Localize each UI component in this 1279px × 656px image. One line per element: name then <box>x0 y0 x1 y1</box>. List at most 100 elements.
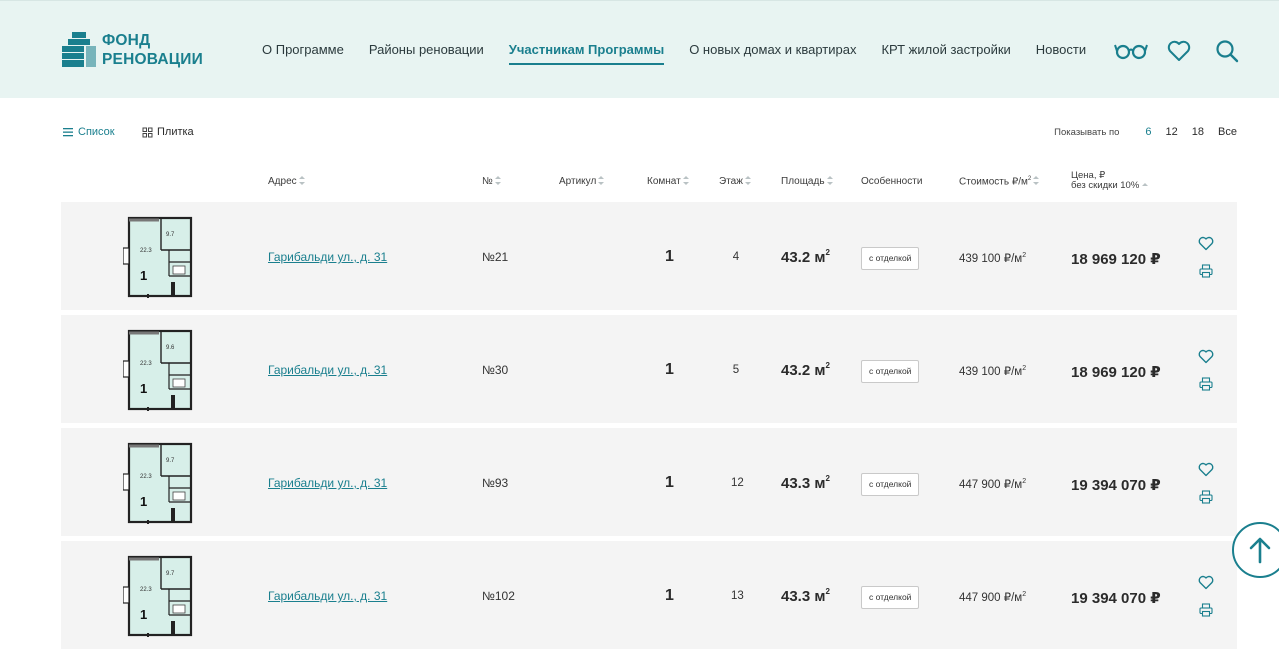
column-header-article[interactable]: Артикул <box>559 176 605 187</box>
apartment-row: 22.3 9.6 1 Гарибальди ул., д. 31 №30 1 5… <box>61 315 1237 423</box>
area-text: 43.2 м <box>781 249 826 266</box>
nav-news[interactable]: Новости <box>1036 42 1086 65</box>
site-header: ФОНД РЕНОВАЦИИ О Программе Районы ренова… <box>0 0 1279 98</box>
price-value: 19 394 070 ₽ <box>1071 477 1161 494</box>
floor-value: 4 <box>732 251 740 263</box>
plan-small-room-area: 9.7 <box>166 232 175 238</box>
floor-plan-thumbnail[interactable]: 22.3 9.7 1 <box>123 553 197 637</box>
view-list-label: Список <box>78 126 115 138</box>
print-icon[interactable] <box>1199 377 1213 391</box>
logo[interactable]: ФОНД РЕНОВАЦИИ <box>62 31 203 69</box>
price-per-meter-sup: 2 <box>1022 478 1027 485</box>
favorite-heart-icon[interactable] <box>1198 236 1214 251</box>
column-header-floor[interactable]: Этаж <box>719 176 751 187</box>
column-header-address[interactable]: Адрес <box>268 176 305 187</box>
price-value: 18 969 120 ₽ <box>1071 251 1161 268</box>
column-header-features-label: Особенности <box>861 176 923 187</box>
sort-icon <box>1033 176 1040 186</box>
row-actions <box>1197 349 1215 391</box>
price-per-meter-sup: 2 <box>1022 365 1027 372</box>
scroll-top-button[interactable] <box>1232 522 1279 578</box>
favorite-heart-icon[interactable] <box>1198 462 1214 477</box>
column-header-price[interactable]: Цена, ₽ без скидки 10% <box>1071 171 1149 191</box>
floor-value: 12 <box>731 477 744 489</box>
print-icon[interactable] <box>1199 490 1213 504</box>
apartment-number: №93 <box>482 476 509 490</box>
nav-participants[interactable]: Участникам Программы <box>508 42 665 65</box>
plan-small-room-area: 9.7 <box>166 458 175 464</box>
column-header-article-label: Артикул <box>559 176 597 187</box>
logo-icon <box>62 32 96 67</box>
plan-big-room-area: 22.3 <box>140 248 152 254</box>
column-header-address-label: Адрес <box>268 176 297 187</box>
column-header-rooms-label: Комнат <box>647 176 681 187</box>
address-link[interactable]: Гарибальди ул., д. 31 <box>268 589 387 603</box>
address-link[interactable]: Гарибальди ул., д. 31 <box>268 250 387 264</box>
plan-big-room-area: 22.3 <box>140 474 152 480</box>
column-header-rooms[interactable]: Комнат <box>647 176 689 187</box>
feature-badge: с отделкой <box>861 586 920 609</box>
area-unit-sup: 2 <box>825 248 830 257</box>
plan-room-count: 1 <box>140 494 147 509</box>
heart-icon[interactable] <box>1162 37 1196 65</box>
print-icon[interactable] <box>1199 264 1213 278</box>
view-list-toggle[interactable]: Список <box>62 126 115 138</box>
plan-big-room-area: 22.3 <box>140 361 152 367</box>
print-icon[interactable] <box>1199 603 1213 617</box>
floor-plan-thumbnail[interactable]: 22.3 9.7 1 <box>123 214 197 298</box>
column-header-area[interactable]: Площадь <box>781 176 833 187</box>
column-header-floor-label: Этаж <box>719 176 743 187</box>
floor-plan-thumbnail[interactable]: 22.3 9.6 1 <box>123 327 197 411</box>
plan-small-room-area: 9.7 <box>166 571 175 577</box>
column-header-area-label: Площадь <box>781 176 825 187</box>
nav-krt[interactable]: КРТ жилой застройки <box>881 42 1010 65</box>
rooms-count: 1 <box>665 361 674 378</box>
plan-room-count: 1 <box>140 381 147 396</box>
area-value: 43.2 м2 <box>781 248 830 266</box>
header-actions <box>1114 37 1244 65</box>
column-header-number[interactable]: № <box>482 176 501 187</box>
search-icon[interactable] <box>1210 37 1244 65</box>
column-header-price-line-2: без скидки 10% <box>1071 180 1140 191</box>
per-page-option-12[interactable]: 12 <box>1166 126 1178 138</box>
view-tile-toggle[interactable]: Плитка <box>142 126 194 138</box>
rooms-count: 1 <box>665 474 674 491</box>
price-per-meter-text: 447 900 ₽/м <box>959 479 1023 491</box>
apartment-row: 22.3 9.7 1 Гарибальди ул., д. 31 №21 1 4… <box>61 202 1237 310</box>
apartment-row: 22.3 9.7 1 Гарибальди ул., д. 31 №93 1 1… <box>61 428 1237 536</box>
logo-line-1: ФОНД <box>102 32 151 49</box>
address-link[interactable]: Гарибальди ул., д. 31 <box>268 476 387 490</box>
floor-plan-thumbnail[interactable]: 22.3 9.7 1 <box>123 440 197 524</box>
apartment-number: №102 <box>482 589 515 603</box>
view-tile-label: Плитка <box>157 126 194 138</box>
plan-big-room-area: 22.3 <box>140 587 152 593</box>
price-per-meter: 439 100 ₽/м2 <box>959 251 1026 265</box>
price-value: 19 394 070 ₽ <box>1071 590 1161 607</box>
column-header-price-per-m-sup: 2 <box>1027 176 1032 182</box>
nav-new-houses[interactable]: О новых домах и квартирах <box>689 42 856 65</box>
sort-asc-icon <box>1142 183 1149 186</box>
address-link[interactable]: Гарибальди ул., д. 31 <box>268 363 387 377</box>
nav-renovation-districts[interactable]: Районы реновации <box>369 42 484 65</box>
price-per-meter-text: 439 100 ₽/м <box>959 366 1023 378</box>
feature-badge: с отделкой <box>861 360 920 383</box>
feature-badge: с отделкой <box>861 247 920 270</box>
per-page-option-all[interactable]: Все <box>1218 126 1237 138</box>
column-header-price-per-m-label: Стоимость ₽/м <box>959 176 1028 188</box>
per-page-option-18[interactable]: 18 <box>1192 126 1204 138</box>
nav-about-program[interactable]: О Программе <box>262 42 344 65</box>
glasses-icon[interactable] <box>1114 37 1148 65</box>
feature-badge: с отделкой <box>861 473 920 496</box>
arrow-up-icon <box>1249 537 1271 564</box>
apartment-number: №30 <box>482 363 509 377</box>
rooms-count: 1 <box>665 248 674 265</box>
per-page-option-6[interactable]: 6 <box>1145 126 1151 138</box>
favorite-heart-icon[interactable] <box>1198 575 1214 590</box>
column-header-number-label: № <box>482 176 493 187</box>
floor-value: 5 <box>732 364 740 376</box>
price-per-meter-sup: 2 <box>1022 252 1027 259</box>
favorite-heart-icon[interactable] <box>1198 349 1214 364</box>
column-header-price-per-m[interactable]: Стоимость ₽/м2 <box>959 176 1040 188</box>
price-per-meter: 447 900 ₽/м2 <box>959 590 1026 604</box>
logo-text: ФОНД РЕНОВАЦИИ <box>102 31 203 69</box>
